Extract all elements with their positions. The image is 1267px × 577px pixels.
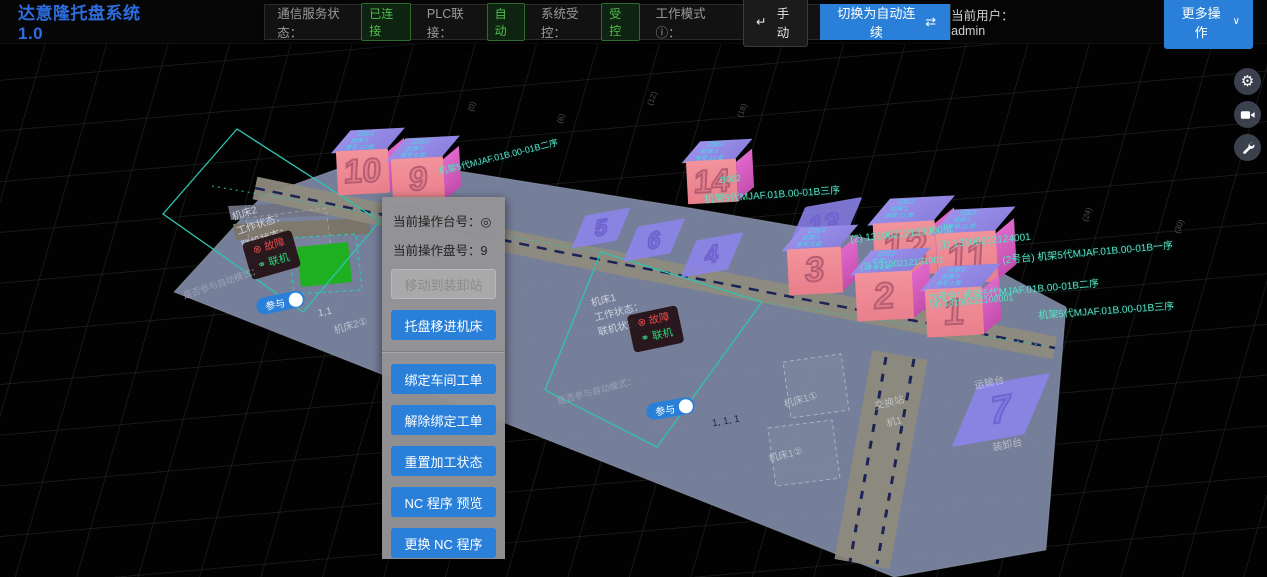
current-user: 当前用户：admin	[951, 5, 1043, 38]
toggle-knob	[678, 398, 694, 414]
menu-button-4[interactable]: 重置加工状态	[391, 446, 496, 476]
gear-icon: ⚙	[1241, 74, 1254, 89]
pallet-info: 当前操作盘号：9	[393, 240, 496, 259]
switch-icon: ⇄	[925, 14, 936, 30]
menu-button-1[interactable]: 托盘移进机床	[391, 310, 496, 340]
work-mode: 工作模式ⓘ：	[656, 3, 727, 41]
context-menu: 当前操作台号：◎ 当前操作盘号：9 移动到装卸站托盘移进机床绑定车间工单解除绑定…	[382, 197, 505, 559]
status-item-2: 系统受控：受控	[541, 3, 640, 41]
cube-number: 3	[804, 251, 825, 291]
tile-number: 6	[646, 225, 662, 255]
tile-number: 7	[988, 386, 1013, 434]
tile-number: 4	[704, 239, 720, 270]
header: 达意隆托盘系统 1.0 通信服务状态：已连接 PLC联接：自动系统受控：受控 工作…	[0, 0, 1267, 44]
status-label: 通信服务状态：	[277, 3, 359, 41]
toggle-label: 参与	[654, 400, 676, 418]
status-item-1: PLC联接：自动	[427, 3, 525, 41]
menu-buttons: 移动到装卸站托盘移进机床绑定车间工单解除绑定工单重置加工状态 NC 程序 预览更换…	[391, 269, 496, 558]
cube-front: 2	[855, 271, 914, 322]
menu-button-0[interactable]: 移动到装卸站	[391, 269, 496, 299]
status-item-0: 通信服务状态：已连接	[277, 3, 411, 41]
station-value: ◎	[481, 215, 492, 229]
station-info: 当前操作台号：◎	[393, 211, 496, 230]
status-items: 通信服务状态：已连接 PLC联接：自动系统受控：受控	[277, 3, 655, 41]
camera-button[interactable]	[1234, 101, 1261, 128]
chevron-down-icon: ∨	[1233, 16, 1240, 27]
wrench-icon	[1241, 141, 1255, 155]
status-bar: 通信服务状态：已连接PLC联接：自动系统受控：受控 工作模式ⓘ： ↵ 手动 切换…	[264, 4, 951, 40]
tools-button[interactable]	[1234, 134, 1261, 161]
toggle-label: 参与	[264, 294, 287, 313]
cube-front: 10	[336, 149, 390, 196]
cube-number: 2	[873, 275, 895, 318]
status-label: 系统受控：	[541, 3, 599, 41]
manual-mode-button[interactable]: ↵ 手动	[743, 0, 808, 47]
status-badge: 自动	[487, 3, 525, 41]
cube-number: 10	[344, 152, 383, 192]
status-badge: 已连接	[361, 3, 411, 41]
camera-icon	[1240, 109, 1255, 121]
link-icon: ⚭	[640, 331, 654, 345]
status-badge: 受控	[601, 3, 639, 41]
menu-button-6[interactable]: 更换 NC 程序	[391, 528, 496, 558]
fault-icon: ⊗	[636, 315, 650, 329]
toggle-knob	[287, 291, 304, 308]
menu-divider	[382, 351, 505, 352]
fault-icon: ⊗	[252, 242, 267, 257]
menu-button-2[interactable]: 绑定车间工单	[391, 364, 496, 394]
cube-front: 3	[787, 247, 843, 296]
settings-button[interactable]: ⚙	[1234, 68, 1261, 95]
cube-number: 9	[408, 161, 428, 200]
app-title: 达意隆托盘系统 1.0	[18, 0, 164, 44]
work-mode-label: 工作模式ⓘ：	[656, 3, 727, 41]
menu-button-5[interactable]: NC 程序 预览	[391, 487, 496, 517]
pallet-value: 9	[481, 244, 488, 258]
menu-button-3[interactable]: 解除绑定工单	[391, 405, 496, 435]
tile-number: 5	[594, 213, 609, 242]
return-icon: ↵	[756, 14, 766, 29]
status-label: PLC联接：	[427, 3, 485, 41]
scene-3d: 564137 已加工机床:1序号:10,批10已加工机床:1序号:9,批9已加工…	[0, 44, 1267, 577]
more-actions-button[interactable]: 更多操作 ∨	[1164, 0, 1253, 49]
auto-continuous-button[interactable]: 切换为自动连续 ⇄	[820, 4, 951, 40]
